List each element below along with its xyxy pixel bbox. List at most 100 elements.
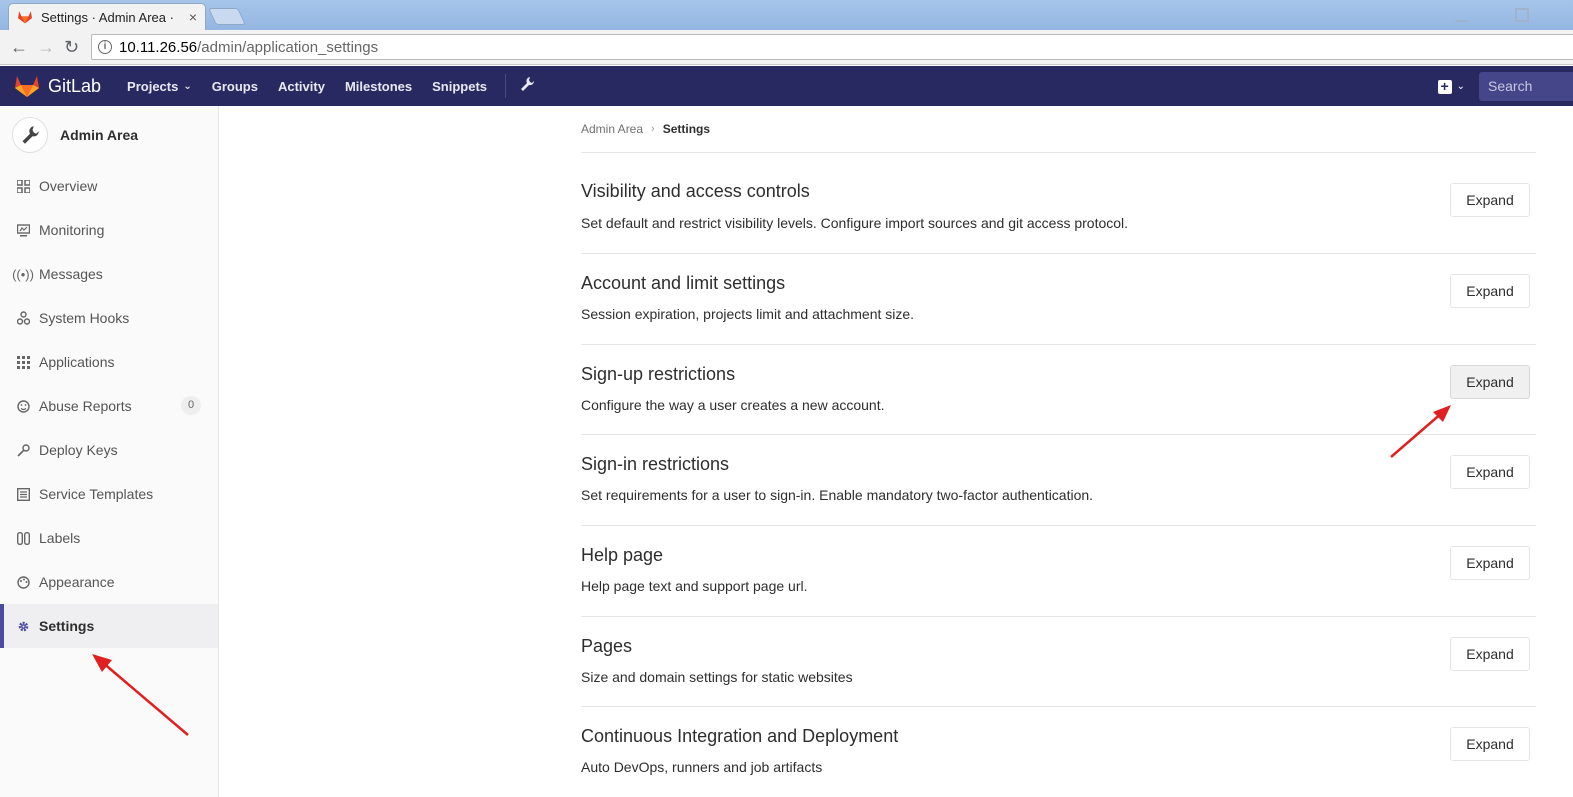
breadcrumb-separator: › xyxy=(651,123,655,135)
section-title: Sign-up restrictions xyxy=(581,364,736,384)
address-bar: ← → ↻ i 10.11.26.56/admin/application_se… xyxy=(0,30,1573,65)
breadcrumb-admin-area[interactable]: Admin Area xyxy=(581,122,643,136)
sidebar-item-label: Applications xyxy=(39,354,115,370)
admin-wrench-avatar-icon xyxy=(12,117,48,153)
browser-tab[interactable]: Settings · Admin Area · × xyxy=(8,3,206,30)
settings-section-help-page: Help page Help page text and support pag… xyxy=(581,526,1536,617)
sidebar-item-monitoring[interactable]: Monitoring xyxy=(0,208,218,252)
section-title: Account and limit settings xyxy=(581,273,786,293)
admin-sidebar: Admin Area Overview Monitoring ((•)) Mes… xyxy=(0,106,219,797)
expand-button[interactable]: Expand xyxy=(1450,183,1530,217)
maximize-window-icon[interactable] xyxy=(1515,8,1529,22)
section-description: Set default and restrict visibility leve… xyxy=(581,215,1129,231)
nav-milestones[interactable]: Milestones xyxy=(345,79,412,94)
sidebar-item-label: Messages xyxy=(39,266,103,282)
sidebar-item-label: System Hooks xyxy=(39,310,130,326)
tab-title: Settings · Admin Area · xyxy=(41,9,174,25)
smiley-icon xyxy=(16,399,30,413)
plus-square-icon: + xyxy=(1437,79,1452,94)
sidebar-item-appearance[interactable]: Appearance xyxy=(0,560,218,604)
nav-snippets[interactable]: Snippets xyxy=(432,79,487,94)
settings-section-signin: Sign-in restrictions Set requirements fo… xyxy=(581,435,1536,526)
expand-button[interactable]: Expand xyxy=(1450,365,1530,399)
nav-projects[interactable]: Projects ⌄ xyxy=(127,79,192,94)
monitor-icon xyxy=(16,223,30,237)
section-description: Size and domain settings for static webs… xyxy=(581,669,853,685)
sidebar-item-applications[interactable]: Applications xyxy=(0,340,218,384)
settings-section-ci-cd: Continuous Integration and Deployment Au… xyxy=(581,707,1536,797)
settings-section-visibility: Visibility and access controls Set defau… xyxy=(581,153,1536,254)
sidebar-item-system-hooks[interactable]: System Hooks xyxy=(0,296,218,340)
settings-section-account-limits: Account and limit settings Session expir… xyxy=(581,254,1536,345)
expand-button[interactable]: Expand xyxy=(1450,274,1530,308)
settings-section-signup: Sign-up restrictions Configure the way a… xyxy=(581,345,1536,435)
sidebar-item-overview[interactable]: Overview xyxy=(0,164,218,208)
gitlab-header: GitLab Projects ⌄ Groups Activity Milesto… xyxy=(0,66,1573,106)
nav-activity[interactable]: Activity xyxy=(278,79,325,94)
gitlab-logo[interactable]: GitLab xyxy=(14,74,127,98)
minimize-window-icon[interactable] xyxy=(1455,8,1469,22)
sidebar-context-header[interactable]: Admin Area xyxy=(0,106,218,164)
section-description: Session expiration, projects limit and a… xyxy=(581,306,915,322)
section-description: Auto DevOps, runners and job artifacts xyxy=(581,759,823,775)
url-input[interactable]: i 10.11.26.56/admin/application_settings xyxy=(91,34,1573,60)
sidebar-item-label: Service Templates xyxy=(39,486,154,502)
reload-button[interactable]: ↻ xyxy=(64,37,79,57)
sidebar-item-label: Abuse Reports xyxy=(39,398,132,414)
section-title: Visibility and access controls xyxy=(581,181,810,201)
label-icon xyxy=(16,531,30,545)
new-dropdown-button[interactable]: + ⌄ xyxy=(1437,79,1465,94)
grid-icon xyxy=(16,179,30,193)
chevron-down-icon: ⌄ xyxy=(1456,81,1465,92)
info-icon[interactable]: i xyxy=(98,40,112,54)
sidebar-item-labels[interactable]: Labels xyxy=(0,516,218,560)
tab-close-icon[interactable]: × xyxy=(189,9,197,25)
section-description: Configure the way a user creates a new a… xyxy=(581,397,885,413)
search-input[interactable]: Search xyxy=(1479,72,1573,101)
top-nav: Projects ⌄ Groups Activity Milestones Sni… xyxy=(127,74,535,98)
sidebar-item-label: Overview xyxy=(39,178,98,194)
broadcast-icon: ((•)) xyxy=(12,266,34,282)
section-description: Help page text and support page url. xyxy=(581,578,808,594)
key-icon xyxy=(16,443,30,457)
header-right: + ⌄ Search xyxy=(1437,72,1573,101)
sidebar-item-label: Appearance xyxy=(39,574,115,590)
expand-button[interactable]: Expand xyxy=(1450,546,1530,580)
template-icon xyxy=(16,487,30,501)
sidebar-item-messages[interactable]: ((•)) Messages xyxy=(0,252,218,296)
sidebar-nav: Overview Monitoring ((•)) Messages Syste… xyxy=(0,164,218,648)
section-title: Pages xyxy=(581,636,633,656)
expand-button[interactable]: Expand xyxy=(1450,727,1530,761)
palette-icon xyxy=(16,575,30,589)
url-host: 10.11.26.56 xyxy=(119,38,198,56)
breadcrumb: Admin Area › Settings xyxy=(581,122,710,136)
new-tab-button[interactable] xyxy=(208,8,246,25)
browser-tabstrip: Settings · Admin Area · × xyxy=(0,0,1573,30)
section-title: Continuous Integration and Deployment xyxy=(581,726,899,746)
expand-button[interactable]: Expand xyxy=(1450,637,1530,671)
sidebar-item-settings[interactable]: Settings xyxy=(0,604,218,648)
sidebar-item-abuse-reports[interactable]: Abuse Reports 0 xyxy=(0,384,218,428)
breadcrumb-current[interactable]: Settings xyxy=(663,122,710,136)
sidebar-item-label: Labels xyxy=(39,530,81,546)
gitlab-tanuki-icon xyxy=(15,76,39,97)
sidebar-title: Admin Area xyxy=(60,127,139,143)
back-button[interactable]: ← xyxy=(10,37,28,57)
gear-icon xyxy=(16,619,30,633)
nav-divider xyxy=(505,74,507,98)
apps-icon xyxy=(16,355,30,369)
sidebar-item-service-templates[interactable]: Service Templates xyxy=(0,472,218,516)
gitlab-brand[interactable]: GitLab xyxy=(48,76,101,97)
nav-groups[interactable]: Groups xyxy=(212,79,258,94)
section-description: Set requirements for a user to sign-in. … xyxy=(581,487,1094,503)
sidebar-item-label: Monitoring xyxy=(39,222,105,238)
forward-button[interactable]: → xyxy=(37,37,55,57)
sidebar-item-label: Deploy Keys xyxy=(39,442,118,458)
admin-wrench-icon[interactable] xyxy=(520,76,535,97)
expand-button[interactable]: Expand xyxy=(1450,455,1530,489)
sidebar-item-deploy-keys[interactable]: Deploy Keys xyxy=(0,428,218,472)
nav-projects-label: Projects xyxy=(127,78,179,94)
settings-section-pages: Pages Size and domain settings for stati… xyxy=(581,617,1536,707)
gitlab-favicon-icon xyxy=(18,11,32,24)
chevron-down-icon: ⌄ xyxy=(183,80,192,92)
